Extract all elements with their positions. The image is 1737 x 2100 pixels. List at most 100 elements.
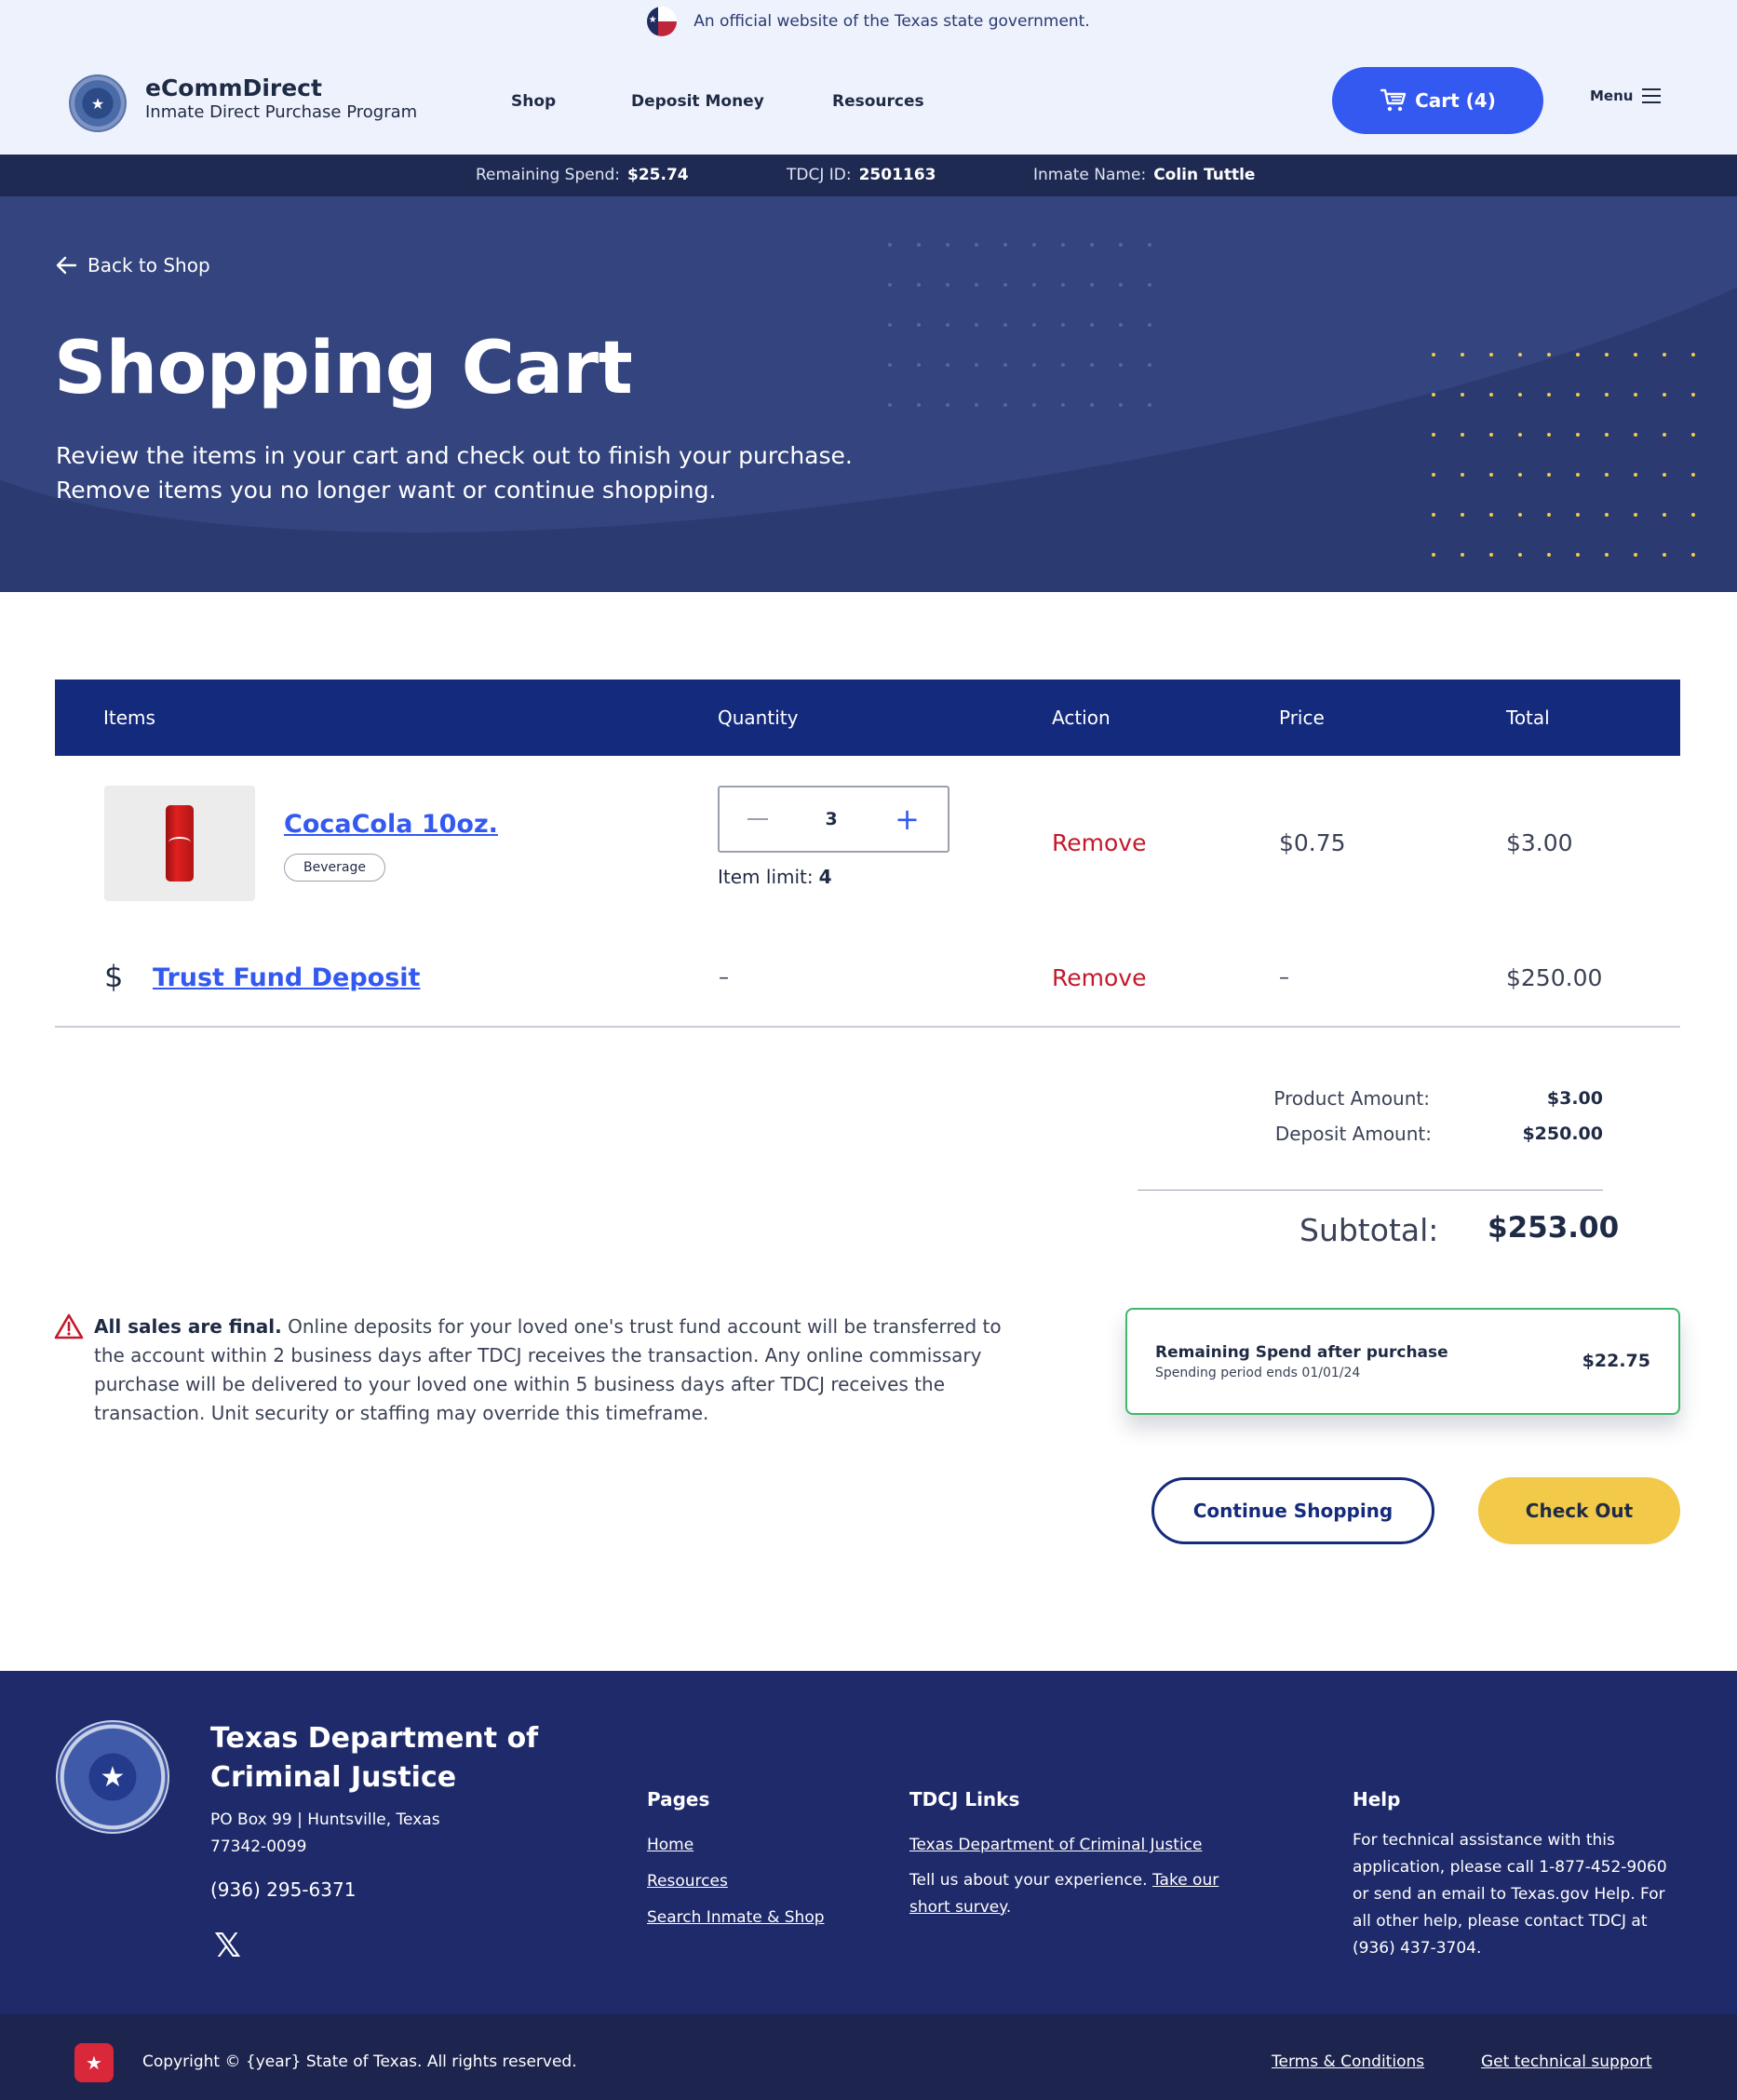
tdcj-links-title: TDCJ Links [909,1788,1020,1811]
table-divider [55,1026,1680,1028]
pages-title: Pages [647,1788,710,1811]
coca-cola-can-image [166,805,194,882]
decorative-dot [975,323,978,327]
help-text: For technical assistance with this appli… [1353,1831,1667,1958]
decorative-dot [1461,513,1464,517]
continue-shopping-button[interactable]: Continue Shopping [1151,1477,1434,1544]
col-action: Action [1052,707,1111,729]
decorative-dot [1432,553,1435,557]
decorative-dot [1003,323,1007,327]
decorative-dot [1663,353,1666,357]
checkout-button[interactable]: Check Out [1478,1477,1680,1544]
decorative-dot [1461,433,1464,437]
decorative-dot [1547,473,1551,477]
decorative-dot [1634,553,1637,557]
tdcj-id-info: TDCJ ID: 2501163 [787,166,936,184]
decorative-dot [1663,433,1666,437]
decorative-dot [1032,243,1036,247]
nav-resources[interactable]: Resources [832,92,924,111]
decorative-dot [1691,433,1695,437]
decorative-dot [1518,393,1522,397]
decorative-dot [1605,433,1609,437]
decorative-dot [888,323,892,327]
decorative-dot [1432,353,1435,357]
decorative-dot [1663,513,1666,517]
decorative-dot [1634,513,1637,517]
decorative-dot [1576,473,1580,477]
trust-fund-deposit-link[interactable]: Trust Fund Deposit [153,963,420,992]
decorative-dot [1547,433,1551,437]
decorative-dot [1090,243,1094,247]
arrow-left-icon [56,256,76,275]
terms-link[interactable]: Terms & Conditions [1272,2053,1424,2071]
remove-deposit-button[interactable]: Remove [1052,964,1146,991]
footer-link-resources[interactable]: Resources [647,1872,728,1891]
cart-button[interactable]: Cart (4) [1332,67,1543,134]
remove-product-button[interactable]: Remove [1052,829,1146,856]
product-thumbnail[interactable] [104,786,255,901]
decorative-dot [1461,393,1464,397]
increase-quantity-button[interactable]: + [895,804,920,834]
decorative-dot [1461,353,1464,357]
decorative-dot [1605,353,1609,357]
decorative-dot [1518,353,1522,357]
cart-table-header: Items Quantity Action Price Total [55,680,1680,756]
tech-support-link[interactable]: Get technical support [1481,2053,1652,2071]
spending-period-text: Spending period ends 01/01/24 [1155,1366,1361,1380]
decorative-dot [1461,553,1464,557]
decorative-dot [1605,513,1609,517]
x-twitter-icon[interactable]: 𝕏 [214,1927,241,1965]
survey-text: Tell us about your experience. Take our … [909,1871,1219,1917]
decorative-dot [1576,513,1580,517]
decorative-dot [1119,403,1123,407]
decorative-dot [917,363,921,367]
footer-link-home[interactable]: Home [647,1836,693,1854]
inmate-info-bar: Remaining Spend: $25.74 TDCJ ID: 2501163 I… [0,155,1737,196]
decorative-dot [1148,323,1151,327]
gov-banner: ★ An official website of the Texas state… [0,0,1737,43]
inmate-name-info: Inmate Name: Colin Tuttle [1033,166,1256,184]
decorative-dot [1576,553,1580,557]
decorative-dot [1032,363,1036,367]
decorative-dot [1119,323,1123,327]
decorative-dot [917,283,921,287]
decorative-dot [1432,433,1435,437]
nav-deposit-money[interactable]: Deposit Money [631,92,764,111]
decorative-dot [1432,393,1435,397]
decorative-dot [1634,433,1637,437]
footer-phone: (936) 295-6371 [210,1878,357,1901]
footer-link-search-inmate[interactable]: Search Inmate & Shop [647,1908,825,1927]
footer-link-tdcj[interactable]: Texas Department of Criminal Justice [909,1836,1202,1854]
deposit-amount-value: $250.00 [1522,1124,1603,1144]
tdcj-seal-logo[interactable]: ★ [69,74,127,132]
help-title: Help [1353,1788,1401,1811]
footer-address: PO Box 99 | Huntsville, Texas 77342-0099 [210,1811,440,1856]
decorative-dot [1634,393,1637,397]
decorative-dot [1489,353,1493,357]
back-to-shop-link[interactable]: Back to Shop [56,254,210,276]
decorative-dots-yellow [1432,353,1720,592]
decorative-dot [1148,403,1151,407]
product-name-link[interactable]: CocaCola 10oz. [284,810,498,839]
decorative-dot [1061,243,1065,247]
decorative-dot [888,363,892,367]
remaining-spend-title: Remaining Spend after purchase [1155,1343,1448,1362]
nav-shop[interactable]: Shop [511,92,556,111]
quantity-value[interactable]: 3 [825,809,837,829]
cart-icon [1380,88,1407,112]
brand-title[interactable]: eCommDirect [145,74,322,101]
decorative-dot [1032,403,1036,407]
decorative-dot [1634,473,1637,477]
back-to-shop-label: Back to Shop [88,254,210,276]
decorative-dot [975,243,978,247]
decorative-dot [1547,553,1551,557]
decorative-dot [1489,393,1493,397]
decrease-quantity-button[interactable] [747,818,768,820]
decorative-dot [1090,283,1094,287]
copyright-text: Copyright © {year} State of Texas. All r… [142,2053,577,2071]
hero-description: Review the items in your cart and check … [56,442,853,504]
decorative-dot [946,363,949,367]
brand-subtitle: Inmate Direct Purchase Program [145,102,418,122]
decorative-dot [1576,353,1580,357]
menu-button[interactable]: Menu [1590,88,1662,104]
